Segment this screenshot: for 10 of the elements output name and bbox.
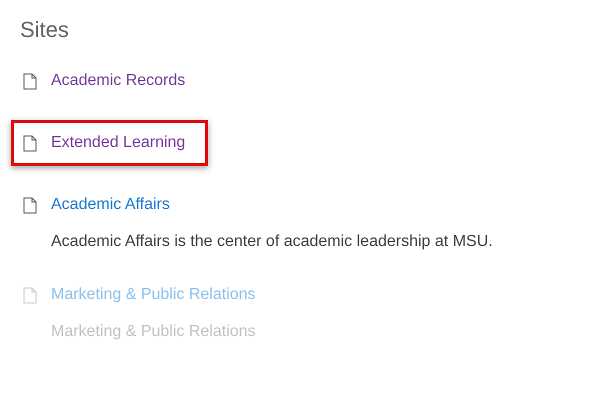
site-description: Academic Affairs is the center of academic leadership at MSU. xyxy=(51,232,494,252)
site-link[interactable]: Academic Records xyxy=(51,71,186,91)
site-description: Marketing & Public Relations xyxy=(51,322,257,342)
section-heading: Sites xyxy=(20,16,70,44)
page-icon xyxy=(23,72,37,90)
site-link[interactable]: Extended Learning xyxy=(51,133,186,153)
page-icon xyxy=(23,196,37,214)
page-icon xyxy=(23,134,37,152)
page-icon xyxy=(23,286,37,304)
site-link[interactable]: Academic Affairs xyxy=(51,195,170,215)
